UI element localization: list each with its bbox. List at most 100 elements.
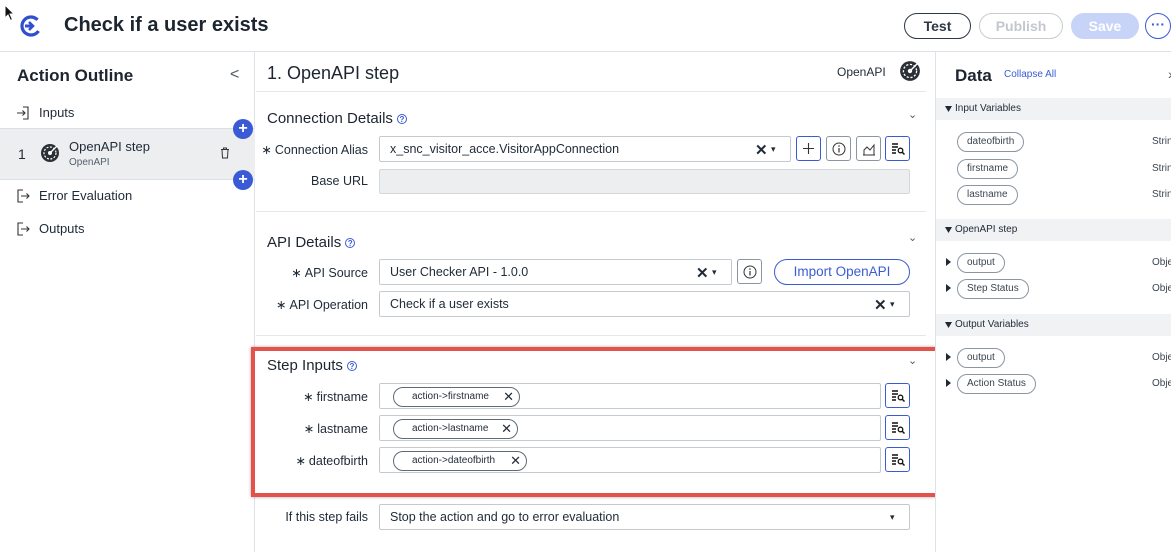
input-arrow-icon	[17, 106, 29, 120]
outline-item-error-evaluation[interactable]: Error Evaluation	[0, 180, 255, 212]
api-operation-label: ∗ API Operation	[256, 297, 368, 312]
openapi-step-icon	[41, 144, 59, 162]
required-mark: ∗	[261, 143, 272, 157]
caret-right-icon[interactable]	[946, 353, 951, 361]
clear-icon[interactable]: ✕	[874, 296, 887, 314]
collapse-outline-button[interactable]: <	[230, 66, 239, 84]
data-type: Obje	[1152, 378, 1171, 389]
select-value: Stop the action and go to error evaluati…	[390, 510, 620, 524]
base-url-field	[379, 169, 910, 194]
connection-chart-button[interactable]	[856, 136, 881, 161]
outline-item-label: Inputs	[39, 105, 75, 120]
divider	[256, 335, 926, 336]
chevron-down-icon[interactable]: ⌄	[908, 108, 917, 121]
select-value: User Checker API - 1.0.0	[390, 265, 529, 279]
step-title: 1. OpenAPI step	[267, 63, 400, 83]
connection-details-heading: Connection Details?	[267, 110, 407, 127]
info-icon	[743, 265, 756, 279]
trash-icon[interactable]	[220, 147, 230, 159]
data-type: Strin	[1152, 136, 1171, 147]
dropdown-caret-icon[interactable]: ▾	[890, 512, 895, 523]
test-button[interactable]: Test	[904, 13, 971, 39]
pill-picker-button[interactable]	[885, 136, 910, 161]
outline-item-openapi-step[interactable]: 1 OpenAPI step OpenAPI	[0, 128, 255, 180]
data-group-output-variables[interactable]: Output Variables	[936, 314, 1171, 336]
save-button[interactable]: Save	[1071, 13, 1139, 39]
step-type-label: OpenAPI	[69, 157, 110, 168]
dropdown-caret-icon[interactable]: ▾	[712, 267, 717, 278]
output-arrow-icon	[17, 189, 30, 203]
data-pill-dateofbirth[interactable]: dateofbirth	[957, 132, 1025, 152]
group-label: Output Variables	[955, 319, 1029, 330]
data-title: Data	[955, 66, 992, 85]
api-operation-select[interactable]: Check if a user exists ✕ ▾	[379, 291, 910, 317]
data-group-openapi-step[interactable]: OpenAPI step	[936, 219, 1171, 241]
caret-down-icon	[945, 227, 952, 233]
api-source-label: ∗ API Source	[256, 265, 368, 280]
connection-alias-label: ∗ Connection Alias	[256, 142, 368, 157]
step-fails-select[interactable]: Stop the action and go to error evaluati…	[379, 504, 910, 530]
outline-item-label: Outputs	[39, 221, 85, 236]
help-icon[interactable]: ?	[396, 114, 407, 124]
connection-alias-select[interactable]: x_snc_visitor_acce.VisitorAppConnection …	[379, 136, 791, 162]
info-icon	[832, 142, 845, 156]
field-label: Connection Alias	[274, 143, 368, 157]
clear-icon[interactable]: ✕	[696, 264, 709, 282]
data-pill-action-status[interactable]: Action Status	[957, 374, 1036, 394]
required-mark: ∗	[276, 298, 287, 312]
data-pill-output[interactable]: output	[957, 348, 1005, 368]
pointer-cursor-icon	[4, 4, 16, 22]
data-panel: Data Collapse All › Input Variables date…	[935, 52, 1171, 552]
action-outline-panel: Action Outline < Inputs 1 OpenAPI step O…	[0, 52, 255, 552]
add-step-button[interactable]: +	[233, 119, 253, 139]
step-name: OpenAPI step	[69, 139, 150, 154]
data-pill-step-status[interactable]: Step Status	[957, 279, 1029, 299]
help-icon[interactable]: ?	[345, 238, 356, 248]
outline-item-inputs[interactable]: Inputs	[0, 97, 255, 129]
chevron-down-icon[interactable]: ⌄	[908, 231, 917, 244]
caret-down-icon	[945, 106, 952, 112]
collapse-all-link[interactable]: Collapse All	[1004, 69, 1056, 80]
publish-button[interactable]: Publish	[979, 13, 1063, 39]
divider	[256, 91, 926, 92]
clear-icon[interactable]: ✕	[755, 141, 768, 159]
more-options-button[interactable]: ···	[1145, 13, 1171, 39]
data-type: Strin	[1152, 189, 1171, 200]
caret-right-icon[interactable]	[946, 379, 951, 387]
app-header: Check if a user exists Test Publish Save…	[0, 0, 1171, 52]
openapi-step-icon	[900, 61, 920, 81]
data-type: Strin	[1152, 163, 1171, 174]
pill-picker-icon	[891, 143, 905, 156]
caret-right-icon[interactable]	[946, 284, 951, 292]
back-logo-icon[interactable]	[19, 14, 43, 38]
output-arrow-icon	[17, 222, 30, 236]
outline-title: Action Outline	[17, 66, 134, 85]
section-title: Connection Details	[267, 110, 393, 127]
chart-icon	[862, 143, 875, 156]
select-value: x_snc_visitor_acce.VisitorAppConnection	[390, 142, 620, 156]
import-openapi-button[interactable]: Import OpenAPI	[774, 259, 910, 285]
data-type: Obje	[1152, 283, 1171, 294]
api-source-select[interactable]: User Checker API - 1.0.0 ✕ ▾	[379, 259, 732, 285]
group-label: Input Variables	[955, 103, 1021, 114]
connection-info-button[interactable]	[826, 136, 851, 161]
add-connection-button[interactable]	[796, 136, 821, 161]
required-mark: ∗	[291, 266, 302, 280]
data-pill-firstname[interactable]: firstname	[957, 159, 1019, 179]
outline-item-outputs[interactable]: Outputs	[0, 213, 255, 245]
dropdown-caret-icon[interactable]: ▾	[890, 299, 895, 310]
select-value: Check if a user exists	[390, 297, 509, 311]
dropdown-caret-icon[interactable]: ▾	[771, 144, 776, 155]
data-type: Obje	[1152, 352, 1171, 363]
outline-item-label: Error Evaluation	[39, 188, 133, 203]
data-pill-output[interactable]: output	[957, 253, 1005, 273]
base-url-label: Base URL	[311, 174, 368, 188]
group-label: OpenAPI step	[955, 224, 1018, 235]
data-group-input-variables[interactable]: Input Variables	[936, 98, 1171, 120]
data-pill-lastname[interactable]: lastname	[957, 185, 1018, 205]
divider	[256, 211, 926, 212]
caret-right-icon[interactable]	[946, 258, 951, 266]
plus-icon	[803, 143, 814, 154]
api-source-info-button[interactable]	[737, 259, 762, 284]
data-type: Obje	[1152, 257, 1171, 268]
